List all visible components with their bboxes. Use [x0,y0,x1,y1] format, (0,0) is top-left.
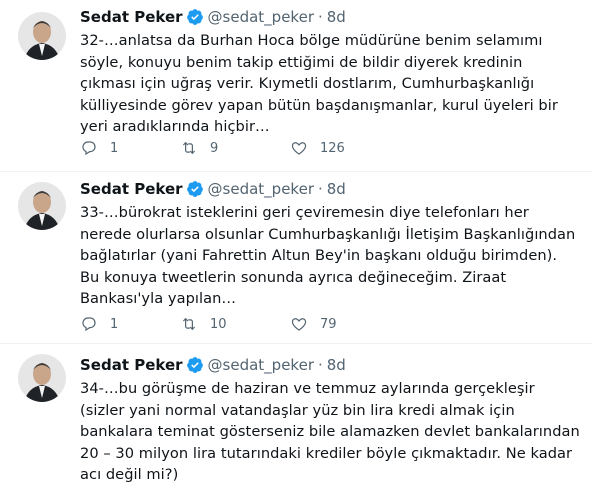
like-count: 79 [320,316,337,332]
avatar[interactable] [18,354,66,402]
separator-dot: · [317,356,323,374]
avatar[interactable] [18,182,66,230]
tweet-text: 32-…anlatsa da Burhan Hoca bölge müdürün… [80,32,558,135]
reply-icon [82,317,96,332]
author-name[interactable]: Sedat Peker [80,180,183,198]
reply-button[interactable]: 1 [80,139,180,157]
timestamp[interactable]: 8d [327,180,346,198]
author-name[interactable]: Sedat Peker [80,8,183,26]
timestamp[interactable]: 8d [327,8,346,26]
reply-icon [82,141,96,156]
reply-button[interactable]: 1 [80,315,180,333]
author-handle[interactable]: @sedat_peker [208,180,314,198]
reply-count: 1 [110,140,119,156]
author-handle[interactable]: @sedat_peker [208,356,314,374]
separator-dot: · [317,8,323,26]
like-button[interactable]: 79 [290,315,337,333]
author-handle[interactable]: @sedat_peker [208,8,314,26]
like-button[interactable]: 126 [290,139,345,157]
tweet-text: 34-…bu görüşme de haziran ve temmuz ayla… [80,380,580,483]
retweet-button[interactable]: 10 [180,315,290,333]
avatar[interactable] [18,12,66,60]
verified-badge-icon [186,357,203,373]
author-name[interactable]: Sedat Peker [80,356,183,374]
retweet-count: 10 [210,316,227,332]
like-count: 126 [320,140,345,156]
retweet-count: 9 [210,140,219,156]
retweet-button[interactable]: 9 [180,139,290,157]
retweet-icon [182,317,196,331]
avatar-photo-icon [18,12,66,60]
tweet[interactable]: Sedat Peker @sedat_peker · 8d 34-…bu gör… [0,344,592,488]
like-icon [291,318,307,331]
like-icon [291,142,307,155]
timestamp[interactable]: 8d [327,356,346,374]
avatar-photo-icon [18,354,66,402]
tweet[interactable]: Sedat Peker @sedat_peker · 8d 32-…anlats… [0,0,592,172]
tweet[interactable]: Sedat Peker @sedat_peker · 8d 33-…bürokr… [0,172,592,344]
avatar-photo-icon [18,182,66,230]
separator-dot: · [317,180,323,198]
verified-badge-icon [186,181,203,197]
retweet-icon [182,141,196,155]
reply-count: 1 [110,316,119,332]
verified-badge-icon [186,9,203,25]
tweet-text: 33-…bürokrat isteklerini geri çeviremesi… [80,204,576,307]
